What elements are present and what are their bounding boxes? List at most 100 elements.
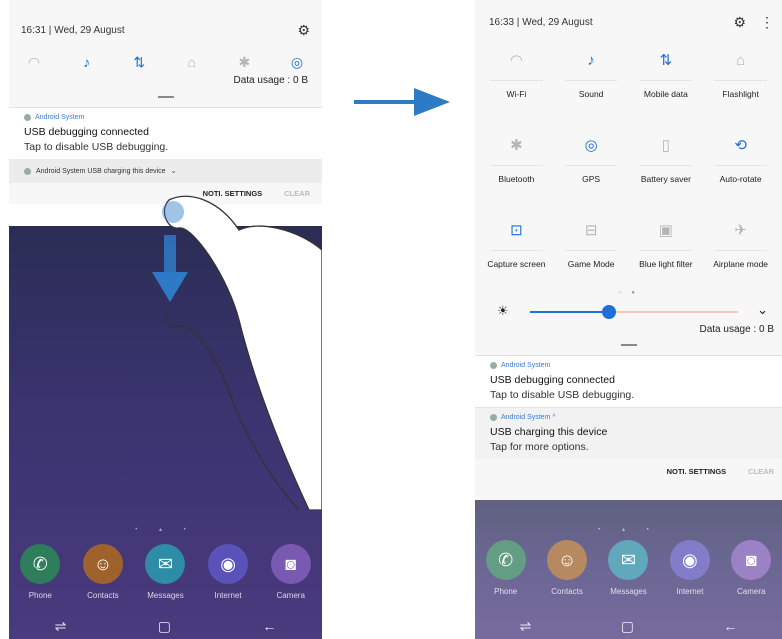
right-phone-screen: 16:33 | Wed, 29 August ⚙ ⋮ ◠ Wi-Fi ♪ Sound ⇅… [475, 0, 782, 639]
sound-icon[interactable]: ♪ [76, 51, 98, 73]
tile-mobile-data[interactable]: ⇅ Mobile data [629, 35, 704, 120]
camera-icon: ◙ [270, 544, 311, 584]
clear-button[interactable]: CLEAR [748, 467, 774, 476]
flashlight-icon: ⌂ [736, 51, 746, 69]
recents-icon[interactable]: ⇌ [55, 618, 67, 635]
game-mode-icon: ⊟ [584, 222, 598, 239]
back-icon[interactable]: ← [262, 618, 276, 634]
notification-usb-debugging[interactable]: Android System USB debugging connected T… [9, 107, 322, 159]
panel-handle[interactable] [620, 344, 637, 346]
navigation-bar: ⇌ ▢ ← [9, 613, 322, 639]
noti-settings-button[interactable]: NOTI. SETTINGS [667, 467, 727, 476]
phone-icon: ✆ [485, 540, 526, 580]
app-label: Camera [276, 591, 305, 600]
tile-flashlight[interactable]: ⌂ Flashlight [703, 35, 778, 120]
chevron-down-icon[interactable]: ⌄ [171, 167, 177, 175]
brightness-track[interactable] [530, 305, 738, 319]
tile-divider [490, 80, 543, 81]
app-phone[interactable]: ✆ Phone [15, 544, 65, 600]
app-contacts[interactable]: ☺ Contacts [542, 540, 592, 596]
settings-gear-icon[interactable]: ⚙ [297, 22, 310, 39]
tile-divider [639, 80, 693, 81]
app-label: Phone [28, 591, 52, 600]
tile-label: Capture screen [487, 259, 546, 269]
notification-usb-charging-collapsed[interactable]: Android System USB charging this device … [9, 159, 322, 183]
app-contacts[interactable]: ☺ Contacts [78, 544, 128, 600]
notification-app-name: Android System [501, 362, 551, 369]
tile-capture-screen[interactable]: ⊡ Capture screen [479, 205, 554, 290]
app-phone[interactable]: ✆ Phone [481, 540, 531, 596]
status-time: 16:31 [21, 25, 47, 36]
app-messages[interactable]: ✉ Messages [603, 540, 653, 596]
battery-saver-icon: ▯ [661, 137, 670, 154]
page-indicator: • ▴ • [598, 527, 659, 533]
status-date: Wed, 29 August [54, 25, 125, 36]
tile-label: Game Mode [567, 259, 615, 269]
home-icon[interactable]: ▢ [158, 618, 171, 635]
app-camera[interactable]: ◙ Camera [726, 540, 776, 596]
brightness-icon: ☀ [497, 303, 509, 318]
tile-label: Airplane mode [713, 259, 769, 269]
android-system-icon [24, 114, 31, 121]
app-label: Camera [737, 587, 766, 596]
tile-sound[interactable]: ♪ Sound [554, 35, 629, 120]
tile-page-indicator: ○ ● [618, 290, 639, 296]
data-usage: Data usage : 0 B [233, 75, 309, 86]
home-icon[interactable]: ▢ [621, 618, 634, 635]
app-label: Internet [214, 591, 242, 600]
app-messages[interactable]: ✉ Messages [140, 544, 190, 600]
internet-icon: ◉ [208, 544, 249, 584]
tile-airplane-mode[interactable]: ✈ Airplane mode [703, 205, 778, 290]
mobile-data-icon[interactable]: ⇅ [128, 51, 150, 73]
brightness-thumb[interactable] [602, 305, 617, 319]
notification-text: Tap to disable USB debugging. [24, 141, 169, 153]
status-bar: 16:33 | Wed, 29 August ⚙ ⋮ [489, 14, 774, 31]
app-dock: ✆ Phone ☺ Contacts ✉ Messages ◉ Internet ◙ Camera [9, 544, 322, 600]
tile-divider [564, 165, 618, 166]
gps-icon[interactable]: ◎ [286, 51, 308, 73]
wifi-icon[interactable]: ◠ [23, 51, 45, 73]
notification-usb-charging[interactable]: Android System ^ USB charging this devic… [475, 407, 782, 459]
tile-divider [564, 80, 618, 81]
tile-divider [714, 165, 767, 166]
status-time: 16:33 [489, 17, 515, 28]
tile-divider [714, 80, 767, 81]
android-system-icon [24, 167, 31, 175]
tile-gps[interactable]: ◎ GPS [554, 120, 629, 205]
chevron-down-icon[interactable]: ⌄ [757, 302, 768, 318]
app-camera[interactable]: ◙ Camera [266, 544, 316, 600]
contacts-icon: ☺ [547, 540, 588, 580]
app-label: Internet [676, 587, 704, 596]
status-bar: 16:31 | Wed, 29 August ⚙ [21, 22, 310, 39]
recents-icon[interactable]: ⇌ [520, 618, 532, 635]
back-icon[interactable]: ← [723, 618, 737, 634]
messages-icon: ✉ [608, 540, 649, 580]
tile-label: Blue light filter [639, 259, 693, 269]
tile-bluetooth[interactable]: ✱ Bluetooth [479, 120, 554, 205]
bluetooth-icon: ✱ [510, 137, 523, 154]
quick-settings-grid: ◠ Wi-Fi ♪ Sound ⇅ Mobile data ⌂ Flashlight ✱ Blue… [475, 35, 782, 290]
settings-gear-icon[interactable]: ⚙ [733, 14, 746, 31]
tile-game-mode[interactable]: ⊟ Game Mode [554, 205, 629, 290]
tile-label: Sound [578, 89, 604, 99]
tile-label: Mobile data [643, 89, 688, 99]
tile-battery-saver[interactable]: ▯ Battery saver [629, 120, 704, 205]
bluetooth-icon[interactable]: ✱ [233, 51, 255, 73]
tile-wi-fi[interactable]: ◠ Wi-Fi [479, 35, 554, 120]
navigation-bar: ⇌ ▢ ← [475, 613, 782, 639]
tile-blue-light-filter[interactable]: ▣ Blue light filter [629, 205, 704, 290]
app-internet[interactable]: ◉ Internet [203, 544, 253, 600]
notification-usb-debugging[interactable]: Android System USB debugging connected T… [475, 355, 782, 407]
more-options-icon[interactable]: ⋮ [760, 14, 774, 31]
tile-divider [714, 250, 767, 251]
flashlight-icon[interactable]: ⌂ [181, 51, 203, 73]
tile-auto-rotate[interactable]: ⟲ Auto-rotate [703, 120, 778, 205]
messages-icon: ✉ [145, 544, 186, 584]
panel-handle[interactable] [157, 96, 174, 98]
notification-buttons: NOTI. SETTINGS CLEAR [475, 459, 782, 484]
auto-rotate-icon: ⟲ [734, 137, 747, 154]
quick-settings-row: ◠ ♪ ⇅ ⌂ ✱ ◎ [9, 39, 322, 73]
blue-light-filter-icon: ▣ [658, 222, 673, 239]
app-internet[interactable]: ◉ Internet [665, 540, 715, 596]
tile-label: Auto-rotate [719, 174, 762, 184]
